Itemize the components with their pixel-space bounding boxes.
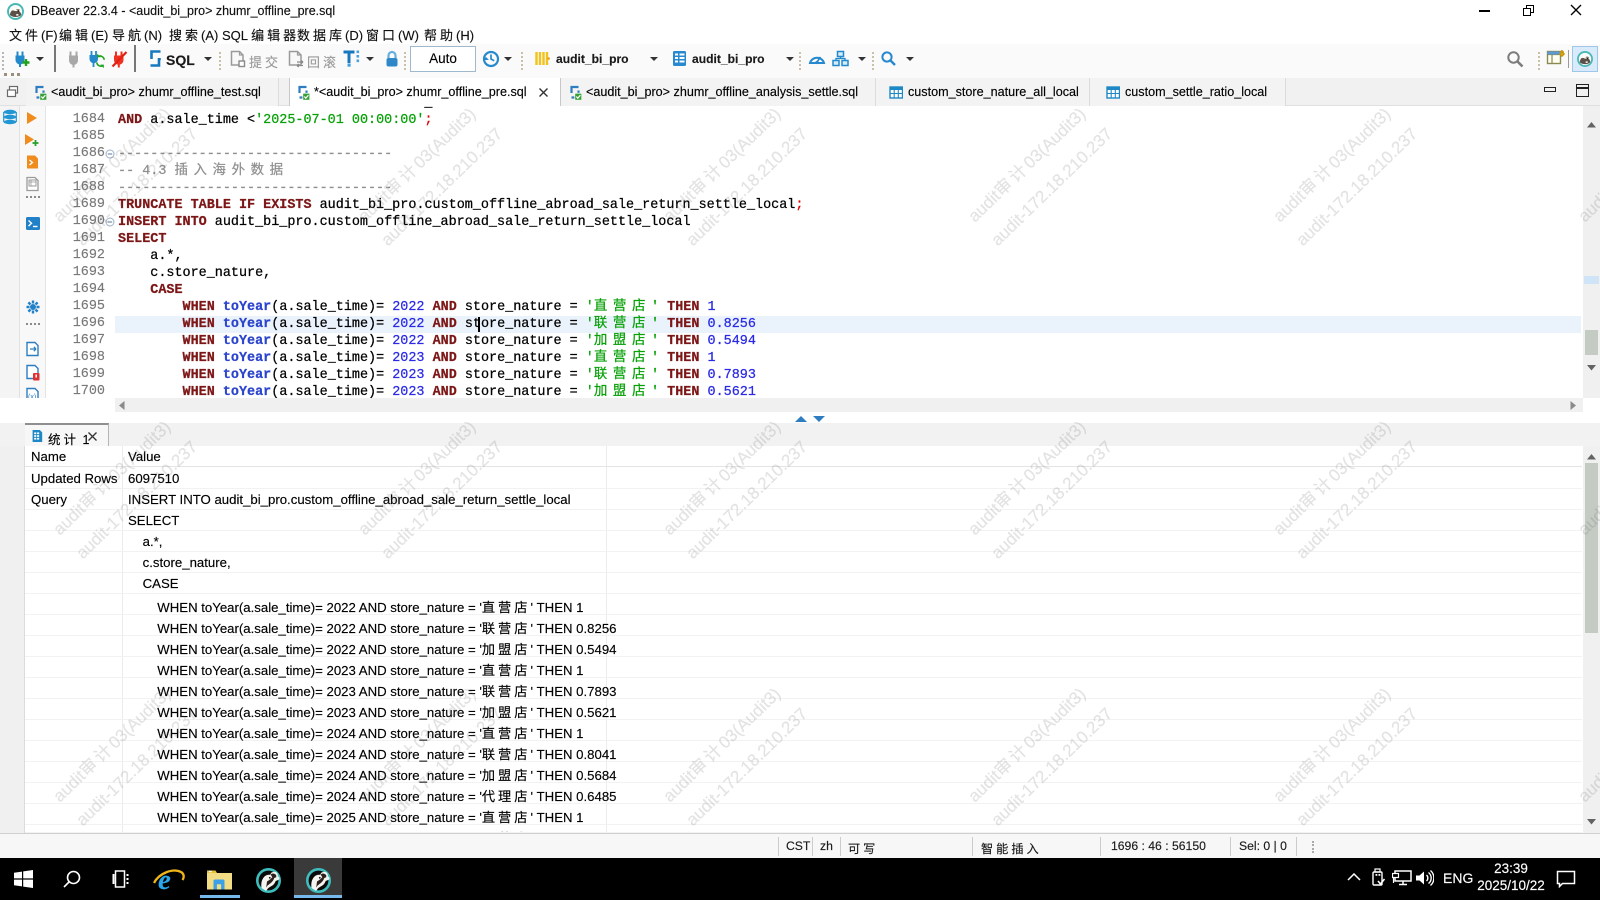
svg-text:(x): (x) [28, 394, 36, 398]
